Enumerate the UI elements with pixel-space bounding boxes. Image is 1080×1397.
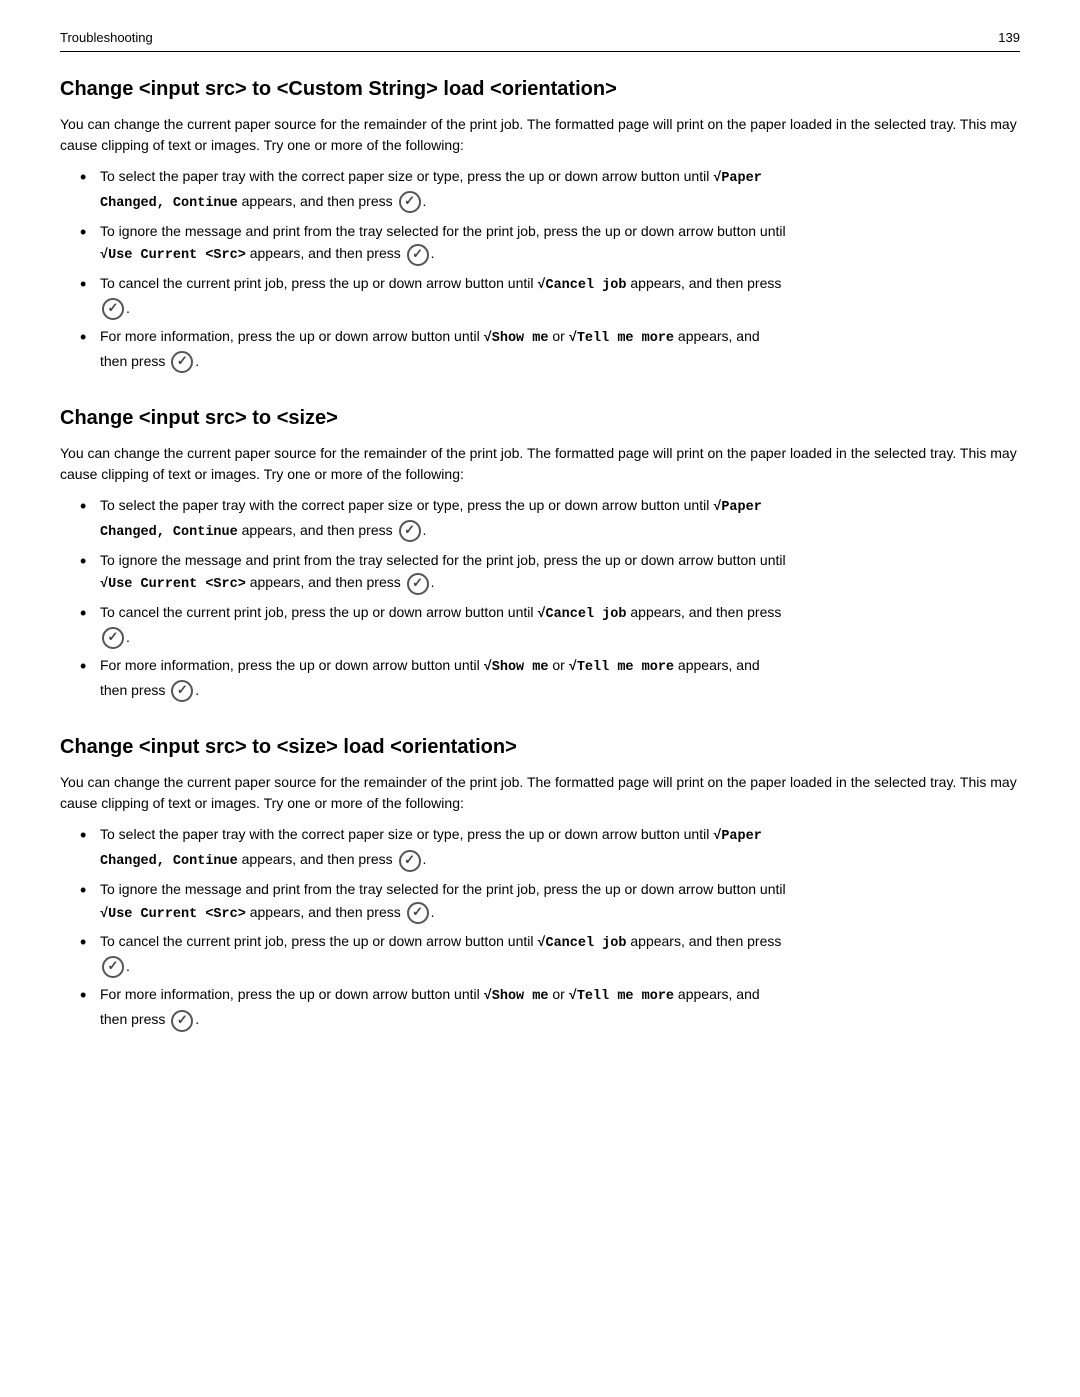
bullet-2-4: For more information, press the up or do…: [80, 655, 1020, 702]
check-icon-2: [407, 244, 429, 266]
check-icon-12: [171, 1010, 193, 1032]
check-icon-11: [102, 956, 124, 978]
bullet-2-2: To ignore the message and print from the…: [80, 550, 1020, 596]
section-2-heading: Change <input src> to <size>: [60, 405, 1020, 431]
bullet-3-2: To ignore the message and print from the…: [80, 879, 1020, 925]
header-page-number: 139: [998, 30, 1020, 45]
section-2: Change <input src> to <size> You can cha…: [60, 405, 1020, 702]
bullet-2-3: To cancel the current print job, press t…: [80, 602, 1020, 649]
check-icon-9: [399, 850, 421, 872]
check-icon-10: [407, 902, 429, 924]
check-icon-8: [171, 680, 193, 702]
check-icon-6: [407, 573, 429, 595]
section-3: Change <input src> to <size> load <orien…: [60, 734, 1020, 1031]
section-3-intro: You can change the current paper source …: [60, 772, 1020, 814]
section-2-intro: You can change the current paper source …: [60, 443, 1020, 485]
section-2-bullets: To select the paper tray with the correc…: [80, 495, 1020, 702]
bullet-1-3: To cancel the current print job, press t…: [80, 273, 1020, 320]
check-icon-5: [399, 520, 421, 542]
bullet-1-2: To ignore the message and print from the…: [80, 221, 1020, 267]
section-1-intro: You can change the current paper source …: [60, 114, 1020, 156]
bullet-2-1: To select the paper tray with the correc…: [80, 495, 1020, 544]
check-icon-4: [171, 351, 193, 373]
bullet-3-4: For more information, press the up or do…: [80, 984, 1020, 1031]
section-3-heading: Change <input src> to <size> load <orien…: [60, 734, 1020, 760]
header-title: Troubleshooting: [60, 30, 153, 45]
bullet-3-3: To cancel the current print job, press t…: [80, 931, 1020, 978]
section-3-bullets: To select the paper tray with the correc…: [80, 824, 1020, 1031]
page-header: Troubleshooting 139: [60, 30, 1020, 52]
page: Troubleshooting 139 Change <input src> t…: [0, 0, 1080, 1397]
section-1-bullets: To select the paper tray with the correc…: [80, 166, 1020, 373]
bullet-1-4: For more information, press the up or do…: [80, 326, 1020, 373]
check-icon-3: [102, 298, 124, 320]
bullet-1-1: To select the paper tray with the correc…: [80, 166, 1020, 215]
section-1-heading: Change <input src> to <Custom String> lo…: [60, 76, 1020, 102]
check-icon-7: [102, 627, 124, 649]
bullet-3-1: To select the paper tray with the correc…: [80, 824, 1020, 873]
check-icon-1: [399, 191, 421, 213]
section-1: Change <input src> to <Custom String> lo…: [60, 76, 1020, 373]
